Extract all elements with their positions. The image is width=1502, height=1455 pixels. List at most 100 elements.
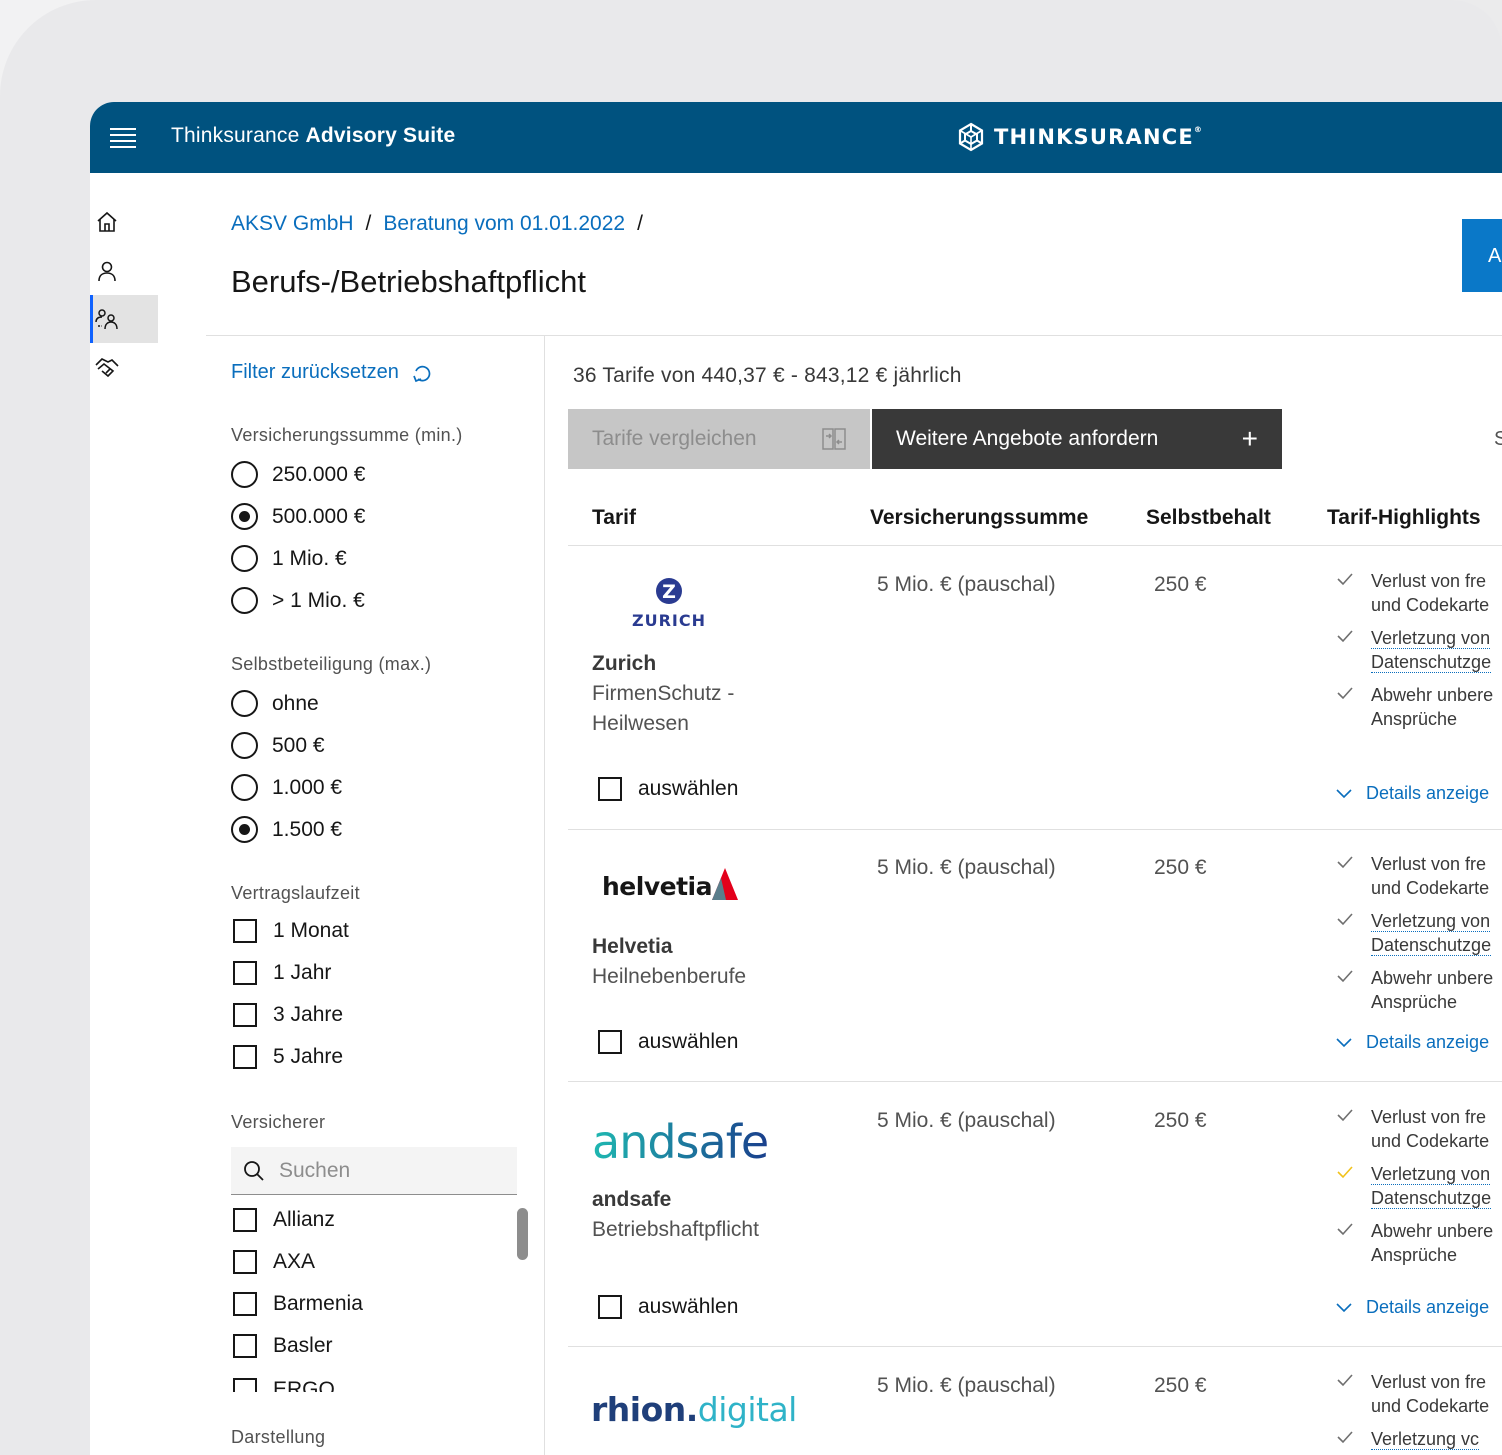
details-label: Details anzeige [1366, 1297, 1490, 1317]
radio-button[interactable] [231, 774, 258, 801]
radio-button-checked[interactable] [231, 503, 258, 530]
option-label: 1.500 € [272, 817, 343, 841]
insured-sum: 5 Mio. € (pauschal) [877, 573, 1056, 596]
col-tarif[interactable]: Tarif [592, 506, 636, 530]
breadcrumb-consultation[interactable]: Beratung vom 01.01.2022 [383, 212, 625, 236]
insurer-search-input[interactable] [279, 1158, 499, 1183]
chevron-down-icon [1336, 1037, 1352, 1047]
checkbox-insurer-1[interactable]: AXA [231, 1250, 315, 1274]
radio-deductible-2[interactable]: 1.000 € [231, 774, 342, 801]
radio-deductible-3[interactable]: 1.500 € [231, 816, 342, 843]
andsafe-wordmark: andsafe [592, 1115, 768, 1168]
deductible: 250 € [1154, 856, 1207, 879]
checkbox[interactable] [598, 1295, 622, 1319]
request-more-offers-button[interactable]: Weitere Angebote anfordern + [872, 409, 1282, 469]
show-details-link[interactable]: Details anzeige [1336, 1297, 1489, 1318]
insurer-list-scrollbar[interactable] [517, 1208, 528, 1260]
checkbox-term-3[interactable]: 5 Jahre [231, 1045, 343, 1069]
highlight-item[interactable]: Verletzung von Datenschutzge [1336, 626, 1502, 674]
highlight-item: Verlust von fre und Codekarte [1336, 569, 1502, 617]
option-label: 1 Monat [273, 919, 349, 942]
reset-icon [413, 365, 431, 382]
col-highlights[interactable]: Tarif-Highlights [1327, 506, 1481, 530]
select-tariff[interactable]: auswählen [596, 1295, 738, 1319]
nav-contracts[interactable] [90, 343, 158, 391]
select-tariff[interactable]: auswählen [596, 777, 738, 801]
radio-sum-0[interactable]: 250.000 € [231, 461, 365, 488]
thinksurance-logo-icon [958, 122, 984, 152]
radio-deductible-1[interactable]: 500 € [231, 732, 325, 759]
highlight-item: Verlust von fre und Codekarte [1336, 1105, 1502, 1153]
col-sum[interactable]: Versicherungssumme [870, 506, 1088, 530]
rhion-digital-logo: rhion.digital [590, 1386, 810, 1430]
radio-button[interactable] [231, 545, 258, 572]
highlight-item[interactable]: Verletzung von Datenschutzge [1336, 909, 1502, 957]
checkbox-insurer-2[interactable]: Barmenia [231, 1292, 363, 1316]
option-label: Basler [273, 1334, 333, 1357]
option-label: 1 Jahr [273, 961, 332, 984]
compare-icon [822, 428, 846, 450]
table-header-divider [568, 545, 1502, 546]
brand-name: THINKSURANCE® [994, 125, 1204, 149]
radio-deductible-0[interactable]: ohne [231, 690, 319, 717]
checkbox[interactable] [233, 1003, 257, 1027]
tariff-highlights: Verlust von fre und Codekarte Verletzung … [1336, 1105, 1502, 1276]
breadcrumb-company[interactable]: AKSV GmbH [231, 212, 354, 236]
insurer-search [231, 1147, 517, 1195]
radio-button[interactable] [231, 587, 258, 614]
checkbox-term-1[interactable]: 1 Jahr [231, 961, 331, 985]
filter-label-term: Vertragslaufzeit [231, 883, 360, 903]
zurich-mark: Z [662, 581, 676, 603]
checkbox-insurer-4[interactable]: ERGO [231, 1378, 335, 1392]
checkbox[interactable] [598, 1030, 622, 1054]
filter-label-display: Darstellung [231, 1427, 326, 1447]
radio-sum-2[interactable]: 1 Mio. € [231, 545, 347, 572]
checkbox[interactable] [233, 919, 257, 943]
option-label: 1 Mio. € [272, 546, 347, 570]
breadcrumb-separator: / [365, 212, 372, 235]
header-divider [206, 335, 1502, 336]
product-name: FirmenSchutz - [592, 682, 735, 705]
checkbox-insurer-3[interactable]: Basler [231, 1334, 333, 1358]
checkbox-term-2[interactable]: 3 Jahre [231, 1003, 343, 1027]
show-details-link[interactable]: Details anzeige [1336, 783, 1489, 804]
nav-home[interactable] [90, 198, 158, 246]
checkbox[interactable] [233, 1045, 257, 1069]
radio-button-checked[interactable] [231, 816, 258, 843]
checkbox[interactable] [233, 1250, 257, 1274]
hamburger-menu-icon[interactable] [110, 128, 136, 148]
select-tariff[interactable]: auswählen [596, 1030, 738, 1054]
compare-button-label: Tarife vergleichen [592, 427, 757, 450]
checkbox[interactable] [598, 777, 622, 801]
checkbox-insurer-0[interactable]: Allianz [231, 1208, 335, 1232]
option-label: 500.000 € [272, 504, 366, 528]
edge-truncated-text: S [1494, 428, 1502, 450]
show-details-link[interactable]: Details anzeige [1336, 1032, 1489, 1053]
checkbox[interactable] [233, 961, 257, 985]
filter-reset-link[interactable]: Filter zurücksetzen [231, 361, 433, 384]
highlight-item[interactable]: Verletzung vc [1336, 1427, 1502, 1451]
radio-sum-3[interactable]: > 1 Mio. € [231, 587, 365, 614]
radio-button[interactable] [231, 690, 258, 717]
col-deductible[interactable]: Selbstbehalt [1146, 506, 1271, 530]
checkbox-term-0[interactable]: 1 Monat [231, 919, 349, 943]
checkbox[interactable] [233, 1334, 257, 1358]
highlight-item: Verlust von fre und Codekarte [1336, 1370, 1502, 1418]
nav-consultation[interactable] [90, 295, 158, 343]
checkbox[interactable] [233, 1378, 257, 1392]
highlight-item-warning[interactable]: Verletzung von Datenschutzge [1336, 1162, 1502, 1210]
nav-user[interactable] [90, 247, 158, 295]
highlight-item: Abwehr unbere Ansprüche [1336, 966, 1502, 1014]
user-icon [98, 261, 116, 282]
radio-button[interactable] [231, 732, 258, 759]
checkbox[interactable] [233, 1208, 257, 1232]
compare-tariffs-button[interactable]: Tarife vergleichen [568, 409, 870, 469]
andsafe-logo: andsafe [590, 1112, 780, 1169]
tariff-name: Zurich FirmenSchutz - Heilwesen [592, 649, 734, 739]
top-action-button[interactable]: A [1462, 219, 1502, 292]
check-icon [1337, 630, 1353, 643]
radio-sum-1[interactable]: 500.000 € [231, 503, 365, 530]
option-label: 3 Jahre [273, 1003, 344, 1026]
checkbox[interactable] [233, 1292, 257, 1316]
radio-button[interactable] [231, 461, 258, 488]
